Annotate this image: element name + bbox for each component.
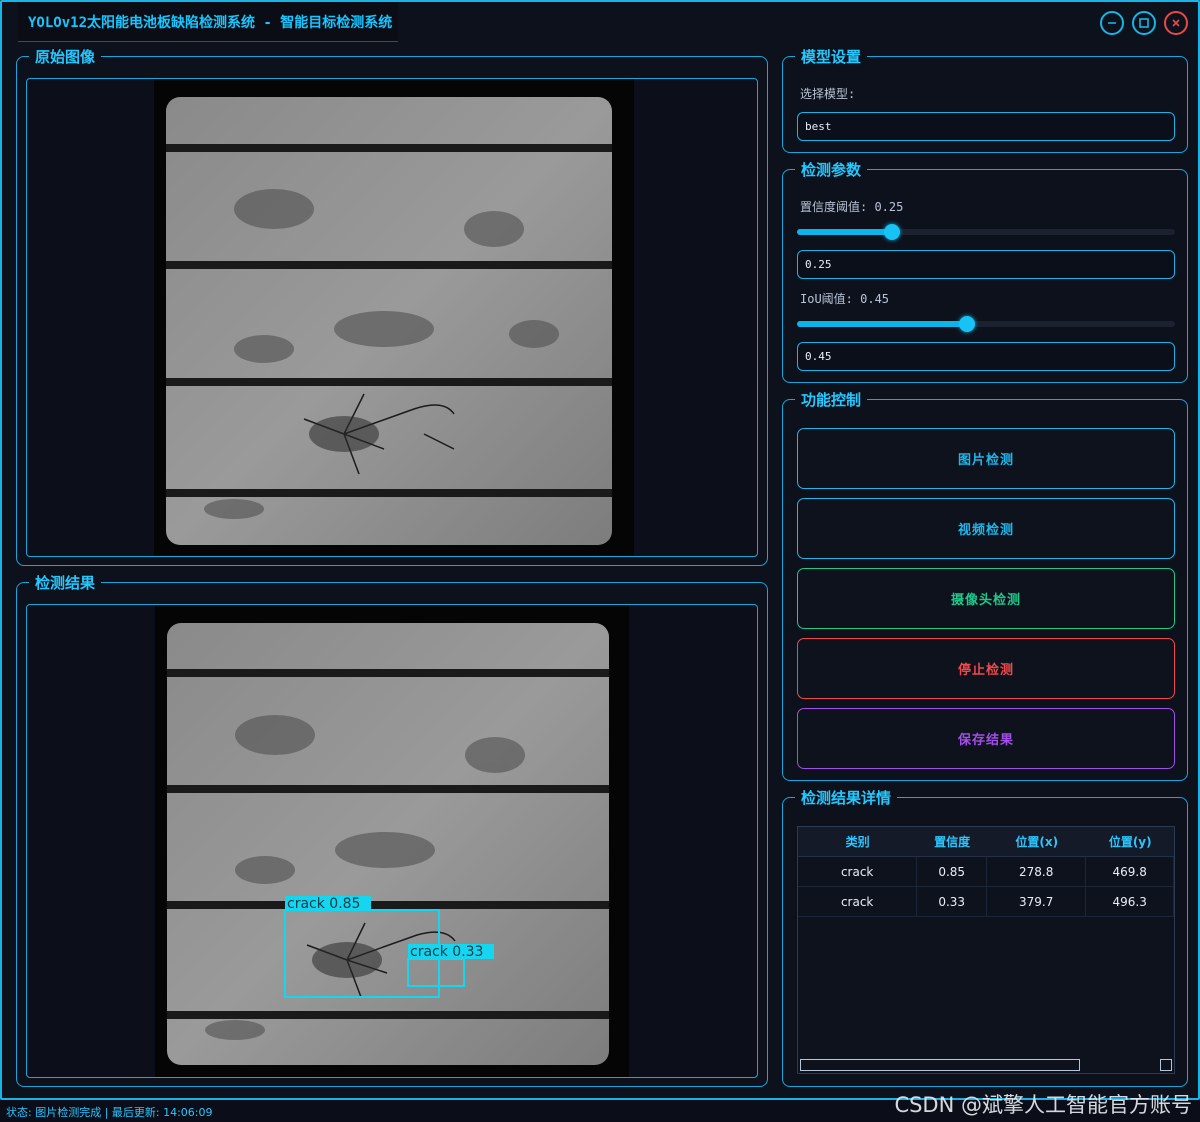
results-details-title: 检测结果详情 [795, 788, 898, 808]
header-y[interactable]: 位置(y) [1086, 827, 1174, 856]
scrollbar-corner [1160, 1059, 1172, 1071]
iou-slider-fill [797, 321, 968, 327]
title-bar[interactable]: YOLOv12太阳能电池板缺陷检测系统 - 智能目标检测系统 [2, 2, 1198, 44]
cell-y: 496.3 [1086, 887, 1174, 916]
image-detect-button[interactable]: 图片检测 [797, 428, 1175, 489]
maximize-button[interactable] [1132, 11, 1156, 35]
iou-slider-handle[interactable] [959, 316, 976, 332]
confidence-slider[interactable] [797, 224, 1175, 240]
solar-panel-result-image: crack 0.85 crack 0.33 [155, 605, 629, 1077]
original-image-group: 原始图像 [16, 47, 768, 566]
watermark: CSDN @斌擎人工智能官方账号 [894, 1093, 1192, 1117]
horizontal-scrollbar[interactable] [800, 1059, 1080, 1071]
cell-x: 278.8 [987, 857, 1087, 886]
maximize-icon [1139, 18, 1149, 28]
header-class[interactable]: 类别 [798, 827, 917, 856]
model-settings-group: 模型设置 选择模型: best [782, 47, 1188, 153]
cell-confidence: 0.85 [917, 857, 987, 886]
result-image-frame: crack 0.85 crack 0.33 [26, 604, 758, 1078]
iou-label: IoU阈值: 0.45 [800, 292, 890, 306]
stop-detect-button[interactable]: 停止检测 [797, 638, 1175, 699]
confidence-slider-handle[interactable] [883, 224, 900, 240]
cell-class: crack [798, 887, 918, 916]
table-row[interactable]: crack 0.33 379.7 496.3 [798, 887, 1174, 917]
main-window: YOLOv12太阳能电池板缺陷检测系统 - 智能目标检测系统 原始图像 检测结果… [0, 0, 1200, 1100]
table-row[interactable]: crack 0.85 278.8 469.8 [798, 857, 1174, 887]
function-controls-title: 功能控制 [795, 390, 868, 410]
save-results-button[interactable]: 保存结果 [797, 708, 1175, 769]
model-select[interactable]: best [797, 112, 1175, 141]
cell-x: 379.7 [987, 887, 1087, 916]
minimize-icon [1108, 22, 1116, 24]
window-title: YOLOv12太阳能电池板缺陷检测系统 - 智能目标检测系统 [18, 2, 399, 42]
model-settings-title: 模型设置 [795, 47, 868, 67]
detection-params-title: 检测参数 [795, 160, 868, 180]
detection-label-1: crack 0.85 [287, 896, 360, 912]
results-table: 类别 置信度 位置(x) 位置(y) crack 0.85 278.8 469.… [797, 826, 1175, 1074]
function-controls-group: 功能控制 图片检测 视频检测 摄像头检测 停止检测 保存结果 [782, 390, 1188, 781]
result-image-group: 检测结果 crack 0.85 crack 0.33 [16, 573, 768, 1087]
select-model-label: 选择模型: [800, 87, 856, 101]
header-x[interactable]: 位置(x) [987, 827, 1086, 856]
header-confidence[interactable]: 置信度 [917, 827, 987, 856]
confidence-label: 置信度阈值: 0.25 [800, 200, 904, 214]
close-icon [1172, 19, 1180, 27]
original-image-frame [26, 78, 758, 557]
minimize-button[interactable] [1100, 11, 1124, 35]
confidence-slider-fill [797, 229, 892, 235]
iou-input[interactable]: 0.45 [797, 342, 1175, 371]
original-image-title: 原始图像 [29, 47, 102, 67]
results-details-group: 检测结果详情 类别 置信度 位置(x) 位置(y) crack 0.85 278… [782, 788, 1188, 1087]
cell-y: 469.8 [1086, 857, 1174, 886]
detection-params-group: 检测参数 置信度阈值: 0.25 0.25 IoU阈值: 0.45 0.45 [782, 160, 1188, 383]
cell-class: crack [798, 857, 918, 886]
detection-label-2: crack 0.33 [410, 944, 483, 960]
results-table-header: 类别 置信度 位置(x) 位置(y) [798, 827, 1174, 857]
video-detect-button[interactable]: 视频检测 [797, 498, 1175, 559]
close-button[interactable] [1164, 11, 1188, 35]
result-image-title: 检测结果 [29, 573, 102, 593]
camera-detect-button[interactable]: 摄像头检测 [797, 568, 1175, 629]
cell-confidence: 0.33 [917, 887, 987, 916]
iou-slider[interactable] [797, 316, 1175, 332]
solar-panel-original-image [154, 79, 634, 556]
confidence-input[interactable]: 0.25 [797, 250, 1175, 279]
